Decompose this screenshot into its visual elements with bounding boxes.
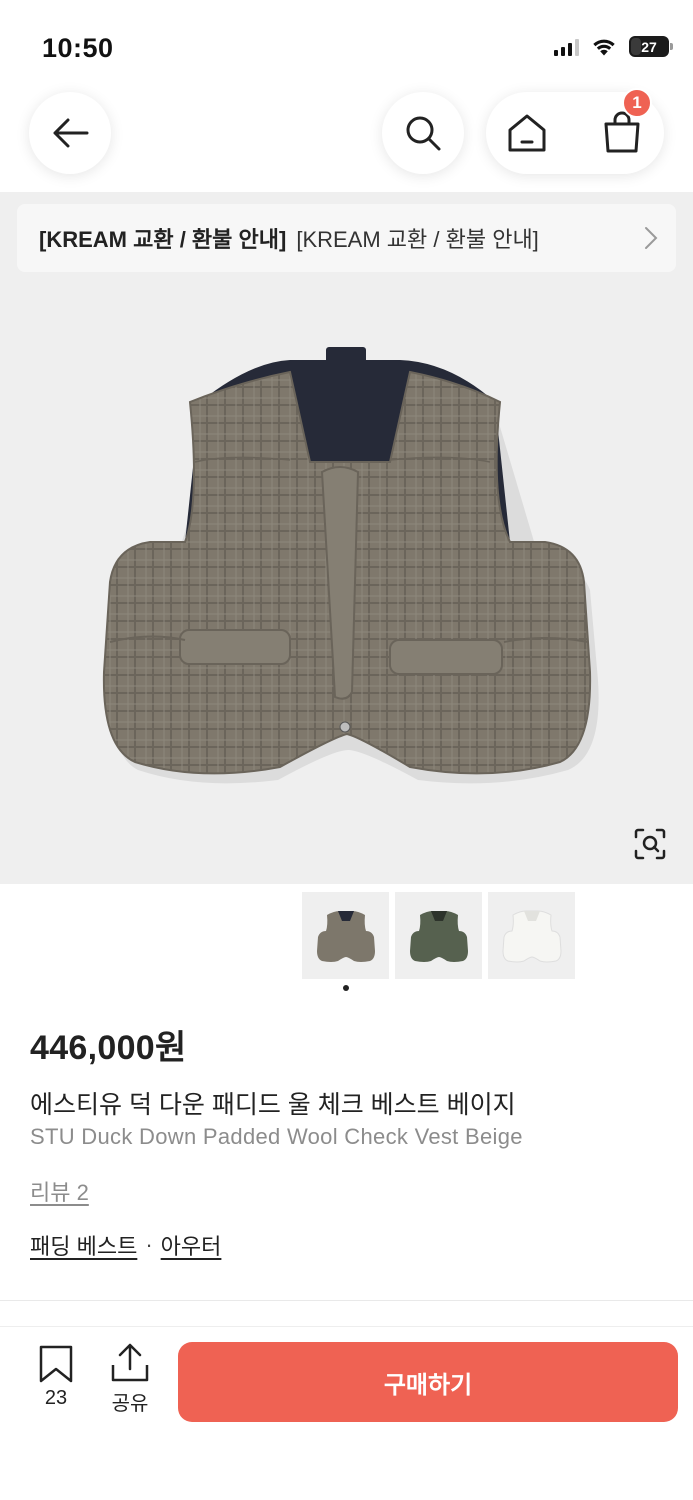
cellular-signal-icon: [554, 38, 579, 56]
back-button[interactable]: [29, 92, 111, 174]
cart-count-badge: 1: [622, 88, 652, 118]
status-bar: 10:50 27: [0, 0, 693, 80]
notice-title: [KREAM 교환 / 환불 안내]: [39, 227, 287, 252]
thumbnail-white[interactable]: [488, 892, 575, 979]
arrow-left-icon: [53, 118, 89, 148]
status-time: 10:50: [42, 33, 114, 63]
search-icon: [406, 116, 441, 151]
share-icon[interactable]: [108, 1343, 152, 1383]
category-links: 패딩 베스트 · 아우터: [30, 1229, 221, 1261]
notice-text: [KREAM 교환 / 환불 안내]: [296, 227, 539, 252]
bottom-action-bar: 23 공유 구매하기: [0, 1326, 693, 1500]
thumbnail-green[interactable]: [395, 892, 482, 979]
home-icon[interactable]: [506, 112, 548, 154]
share-label: 공유: [111, 1393, 149, 1415]
thumbnail-beige[interactable]: [302, 892, 389, 979]
home-cart-group: 1: [486, 88, 664, 174]
product-image-gallery[interactable]: [KREAM 교환 / 환불 안내] [KREAM 교환 / 환불 안내]: [0, 192, 693, 884]
product-name-english: STU Duck Down Padded Wool Check Vest Bei…: [30, 1124, 523, 1149]
category-separator: ·: [145, 1232, 153, 1257]
product-price: 446,000원: [30, 1029, 187, 1067]
buy-button[interactable]: 구매하기: [178, 1342, 678, 1422]
wifi-icon: [593, 39, 615, 55]
status-icons: 27: [554, 36, 673, 57]
vest-thumbnail-icon: [316, 910, 375, 962]
bookmark-count: 23: [44, 1387, 68, 1409]
category-link-outer[interactable]: 아우터: [161, 1229, 222, 1261]
review-link[interactable]: 리뷰 2: [30, 1175, 89, 1207]
battery-level: 27: [641, 38, 657, 55]
chevron-right-icon: [645, 227, 658, 249]
search-button[interactable]: [382, 92, 464, 174]
product-image: [102, 347, 599, 784]
battery-icon: 27: [629, 36, 673, 57]
top-navigation: 1: [0, 80, 693, 192]
carousel-indicator: [343, 985, 349, 991]
bookmark-icon[interactable]: [36, 1345, 76, 1383]
divider: [0, 1300, 693, 1301]
vest-thumbnail-icon: [409, 910, 468, 962]
exchange-refund-notice[interactable]: [KREAM 교환 / 환불 안내] [KREAM 교환 / 환불 안내]: [17, 204, 676, 272]
category-link-padding-vest[interactable]: 패딩 베스트: [30, 1229, 137, 1261]
visual-search-icon[interactable]: [630, 824, 670, 864]
color-thumbnails: [302, 892, 575, 979]
product-name-korean: 에스티유 덕 다운 패디드 울 체크 베스트 베이지: [30, 1091, 516, 1119]
vest-thumbnail-icon: [501, 910, 562, 962]
